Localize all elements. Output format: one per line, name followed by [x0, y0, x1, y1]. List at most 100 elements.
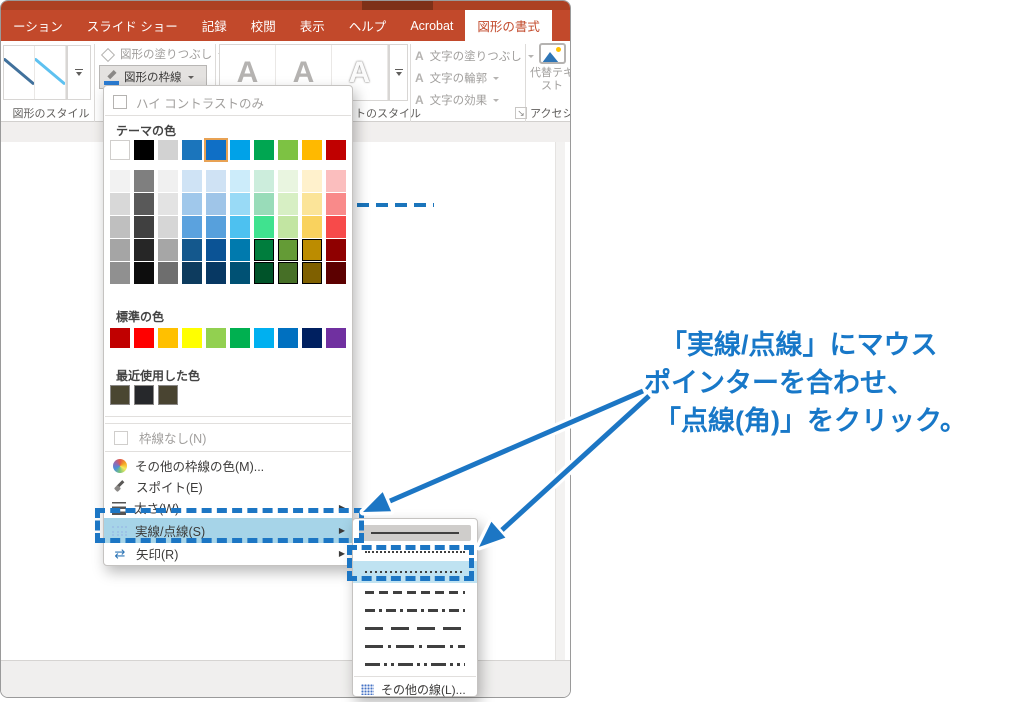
dash-style-long-dash-dot-dot[interactable]	[353, 655, 477, 673]
theme-tint-swatch[interactable]	[134, 170, 154, 192]
line-style-preset-2[interactable]	[35, 46, 66, 99]
theme-tint-swatch[interactable]	[134, 239, 154, 261]
theme-tint-swatch[interactable]	[326, 170, 346, 192]
theme-tint-swatch[interactable]	[206, 170, 226, 192]
theme-tint-swatch[interactable]	[182, 239, 202, 261]
theme-color-swatch[interactable]	[134, 140, 154, 160]
theme-tint-swatch[interactable]	[182, 193, 202, 215]
theme-tint-swatch[interactable]	[158, 239, 178, 261]
dash-style-dash-dot[interactable]	[353, 601, 477, 619]
theme-tint-swatch[interactable]	[302, 193, 322, 215]
theme-tint-swatch[interactable]	[278, 262, 298, 284]
dash-style-long-dash-dot[interactable]	[353, 637, 477, 655]
theme-tint-swatch[interactable]	[134, 193, 154, 215]
menu-item-color-wheel[interactable]: その他の枠線の色(M)...	[104, 455, 352, 476]
theme-tint-swatch[interactable]	[254, 216, 274, 238]
theme-tint-swatch[interactable]	[134, 216, 154, 238]
theme-tint-swatch[interactable]	[230, 262, 250, 284]
standard-color-swatch[interactable]	[302, 328, 322, 348]
theme-tint-swatch[interactable]	[230, 170, 250, 192]
standard-color-swatch[interactable]	[254, 328, 274, 348]
theme-tint-swatch[interactable]	[158, 170, 178, 192]
theme-tint-swatch[interactable]	[110, 216, 130, 238]
theme-tint-swatch[interactable]	[278, 170, 298, 192]
text-outline-button[interactable]: A 文字の輪郭	[415, 68, 499, 88]
theme-tint-swatch[interactable]	[158, 216, 178, 238]
slide-dashed-line-shape[interactable]	[357, 203, 434, 207]
theme-tint-swatch[interactable]	[326, 239, 346, 261]
recent-color-swatch[interactable]	[110, 385, 130, 405]
menu-item-eyedropper[interactable]: スポイト(E)	[104, 476, 352, 497]
theme-tint-swatch[interactable]	[302, 262, 322, 284]
theme-tint-swatch[interactable]	[230, 193, 250, 215]
shape-style-gallery-more-button[interactable]	[67, 45, 91, 100]
standard-color-swatch[interactable]	[326, 328, 346, 348]
theme-tint-swatch[interactable]	[206, 193, 226, 215]
theme-tint-swatch[interactable]	[254, 193, 274, 215]
tab-表示[interactable]: 表示	[288, 10, 337, 41]
theme-tint-swatch[interactable]	[206, 239, 226, 261]
theme-tint-swatch[interactable]	[230, 216, 250, 238]
high-contrast-option[interactable]: ハイ コントラストのみ	[104, 92, 352, 112]
theme-color-swatch[interactable]	[230, 140, 250, 160]
dialog-launcher-icon[interactable]: ↘	[515, 107, 527, 119]
text-fill-button[interactable]: A 文字の塗りつぶし	[415, 46, 534, 66]
theme-color-swatch[interactable]	[110, 140, 130, 160]
wordart-gallery-more-button[interactable]	[389, 44, 408, 101]
theme-tint-swatch[interactable]	[158, 193, 178, 215]
tab-ヘルプ[interactable]: ヘルプ	[337, 10, 399, 41]
tell-me-box[interactable]: 何をしますか	[562, 10, 571, 41]
theme-tint-swatch[interactable]	[326, 216, 346, 238]
standard-color-swatch[interactable]	[110, 328, 130, 348]
tab-ーション[interactable]: ーション	[1, 10, 75, 41]
shape-style-gallery[interactable]	[3, 45, 67, 100]
theme-color-swatch[interactable]	[254, 140, 274, 160]
theme-tint-swatch[interactable]	[254, 262, 274, 284]
shape-fill-button[interactable]: 図形の塗りつぶし	[101, 44, 224, 64]
theme-tint-swatch[interactable]	[302, 239, 322, 261]
line-style-preset-1[interactable]	[4, 46, 35, 99]
alt-text-button[interactable]: 代替テキスト	[530, 43, 571, 105]
menu-item-no-outline[interactable]: 枠線なし(N)	[104, 427, 352, 448]
more-lines-item[interactable]: その他の線(L)...	[353, 680, 477, 699]
theme-tint-swatch[interactable]	[254, 170, 274, 192]
checkbox-icon[interactable]	[113, 95, 127, 109]
theme-tint-swatch[interactable]	[278, 216, 298, 238]
dash-style-dash[interactable]	[353, 583, 477, 601]
theme-tint-swatch[interactable]	[158, 262, 178, 284]
standard-color-swatch[interactable]	[182, 328, 202, 348]
theme-tint-swatch[interactable]	[182, 216, 202, 238]
theme-color-swatch[interactable]	[302, 140, 322, 160]
tab-校閲[interactable]: 校閲	[239, 10, 288, 41]
theme-tint-swatch[interactable]	[182, 262, 202, 284]
vertical-scrollbar[interactable]	[555, 142, 565, 663]
tab-図形の書式[interactable]: 図形の書式	[465, 10, 552, 41]
theme-tint-swatch[interactable]	[182, 170, 202, 192]
tab-記録[interactable]: 記録	[190, 10, 239, 41]
theme-tint-swatch[interactable]	[326, 262, 346, 284]
theme-tint-swatch[interactable]	[278, 239, 298, 261]
theme-tint-swatch[interactable]	[110, 239, 130, 261]
tab-Acrobat[interactable]: Acrobat	[398, 10, 465, 41]
standard-color-swatch[interactable]	[158, 328, 178, 348]
theme-tint-swatch[interactable]	[134, 262, 154, 284]
recent-color-swatch[interactable]	[134, 385, 154, 405]
theme-tint-swatch[interactable]	[206, 216, 226, 238]
theme-tint-swatch[interactable]	[326, 193, 346, 215]
theme-tint-swatch[interactable]	[206, 262, 226, 284]
menu-item-line-arrows[interactable]: ⇄矢印(R)▶	[104, 543, 352, 564]
standard-color-swatch[interactable]	[278, 328, 298, 348]
tab-スライド ショー[interactable]: スライド ショー	[75, 10, 190, 41]
theme-tint-swatch[interactable]	[302, 170, 322, 192]
theme-tint-swatch[interactable]	[110, 170, 130, 192]
dash-style-solid[interactable]	[359, 525, 471, 541]
theme-tint-swatch[interactable]	[230, 239, 250, 261]
theme-color-swatch[interactable]	[158, 140, 178, 160]
standard-color-swatch[interactable]	[206, 328, 226, 348]
theme-color-swatch[interactable]	[278, 140, 298, 160]
theme-tint-swatch[interactable]	[302, 216, 322, 238]
theme-tint-swatch[interactable]	[110, 262, 130, 284]
text-effects-button[interactable]: A 文字の効果	[415, 90, 499, 110]
theme-color-swatch[interactable]	[326, 140, 346, 160]
theme-tint-swatch[interactable]	[254, 239, 274, 261]
